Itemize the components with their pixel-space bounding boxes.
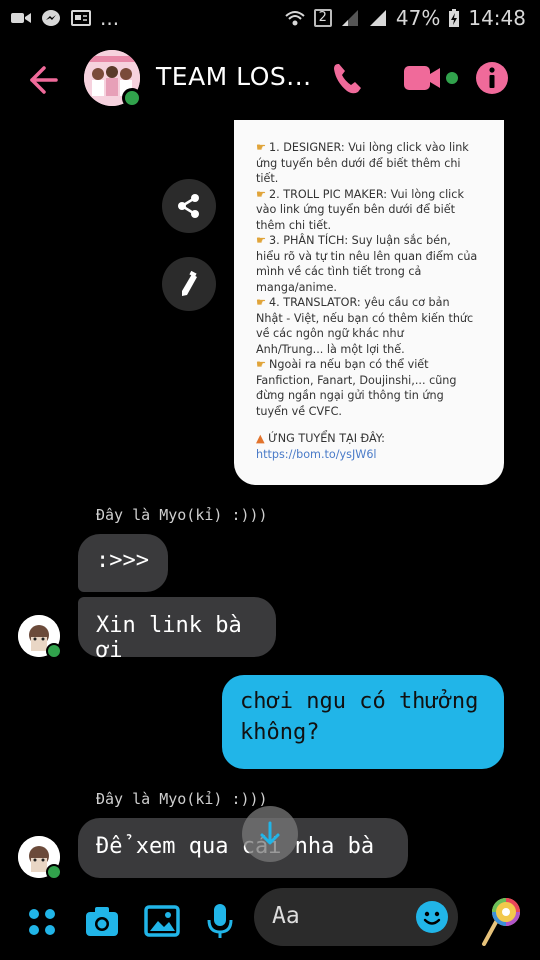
online-indicator [122,88,142,108]
gallery-icon[interactable] [144,904,180,938]
apply-label-text: ỨNG TUYỂN TẠI ĐÂY: [268,432,385,445]
image-text-line: 3. PHÂN TÍCH: Suy luận sắc bén, [256,233,488,249]
scroll-to-bottom-button[interactable] [242,806,298,862]
message-bubble[interactable]: Xin link bà ơi [78,597,276,663]
clock: 14:48 [468,6,526,30]
online-indicator [46,864,62,880]
my-message-bubble[interactable]: chơi ngu có thưởng không? [222,675,504,769]
message-input-placeholder: Aa [272,903,300,929]
image-text-line: ứng tuyển bên dưới để biết thêm chi [256,156,461,170]
conversation-title[interactable]: TEAM LOS... [156,62,312,91]
online-indicator [46,643,62,659]
my-message-line: không? [240,720,320,745]
shared-image-message[interactable]: 1. DESIGNER: Vui lòng click vào linkứng … [234,120,504,485]
image-text-line: tiết. [256,172,279,185]
image-text-line: hiểu rõ và tự tin nêu lên quan điểm của [256,249,478,263]
battery-percent: 47% [395,6,441,30]
image-text-line: vào link ứng tuyển bên dưới để biết [256,203,456,216]
image-text-line: tuyển về CVFC. [256,404,342,418]
message-text: Xin link bà ơi [96,613,242,663]
share-icon [178,194,199,218]
video-call-notification-icon [11,13,31,23]
battery-charging-icon [449,9,460,27]
apply-link[interactable]: https://bom.to/ysJW6l [256,447,488,463]
back-arrow-icon[interactable] [22,60,62,100]
shared-image-text: 1. DESIGNER: Vui lòng click vào linkứng … [256,140,488,462]
message-bubble[interactable]: :>>> [78,534,168,592]
chat-header: TEAM LOS... [0,38,540,120]
video-call-icon[interactable] [402,60,460,96]
fire-icon: ▲ [256,432,269,445]
image-text-line: mình về các tình tiết trong cả [256,265,422,278]
signal-weak-icon [341,10,358,26]
image-text-line: đừng ngần ngại gửi thông tin ứng [256,389,444,402]
microphone-icon[interactable] [206,902,234,940]
signal-strong-icon [369,10,386,26]
image-text-line: Ngoài ra nếu bạn có thể viết [256,357,488,373]
group-avatar[interactable] [84,50,142,108]
message-text: :>>> [96,548,149,573]
share-button[interactable] [162,179,216,233]
apply-label: ▲ ỨNG TUYỂN TẠI ĐÂY: [256,431,488,447]
apps-grid-icon[interactable] [26,906,58,938]
info-icon[interactable] [474,60,510,96]
news-notification-icon [71,10,91,26]
my-message-line: chơi ngu có thưởng [240,689,479,714]
status-bar: ... 2 47% 14:48 [0,0,540,38]
image-text-line: Nhật - Việt, nếu bạn có thêm kiến thức [256,311,474,325]
camera-icon[interactable] [84,904,120,938]
lollipop-sticker-icon[interactable] [478,896,524,946]
phone-icon[interactable] [330,60,366,96]
image-text-line: 4. TRANSLATOR: yêu cầu cơ bản [256,295,488,311]
message-composer: Aa [0,880,540,960]
status-overflow: ... [100,6,120,30]
image-text-line: 1. DESIGNER: Vui lòng click vào link [256,140,488,156]
image-text-line: Anh/Trung... là một lợi thế. [256,342,405,356]
message-input[interactable]: Aa [254,888,458,946]
status-left: ... [10,6,120,30]
sender-name: Đây là Myo(kỉ) :))) [96,506,268,524]
status-right: 2 47% 14:48 [284,6,526,30]
sim-slot-badge: 2 [313,9,332,27]
edit-button[interactable] [162,257,216,311]
image-text-line: thêm chi tiết. [256,218,332,232]
arrow-down-icon [260,821,280,845]
image-text-line: về các ngôn ngữ khác như [256,327,404,340]
sender-name: Đây là Myo(kỉ) :))) [96,790,268,808]
image-text-line: Fanfiction, Fanart, Doujinshi,... cũng [256,373,457,387]
emoji-icon[interactable] [416,901,448,933]
wifi-icon [284,11,305,26]
image-text-line: manga/anime. [256,280,337,294]
pencil-icon [182,270,197,296]
image-text-line: 2. TROLL PIC MAKER: Vui lòng click [256,187,488,203]
messenger-notification-icon [42,10,60,26]
